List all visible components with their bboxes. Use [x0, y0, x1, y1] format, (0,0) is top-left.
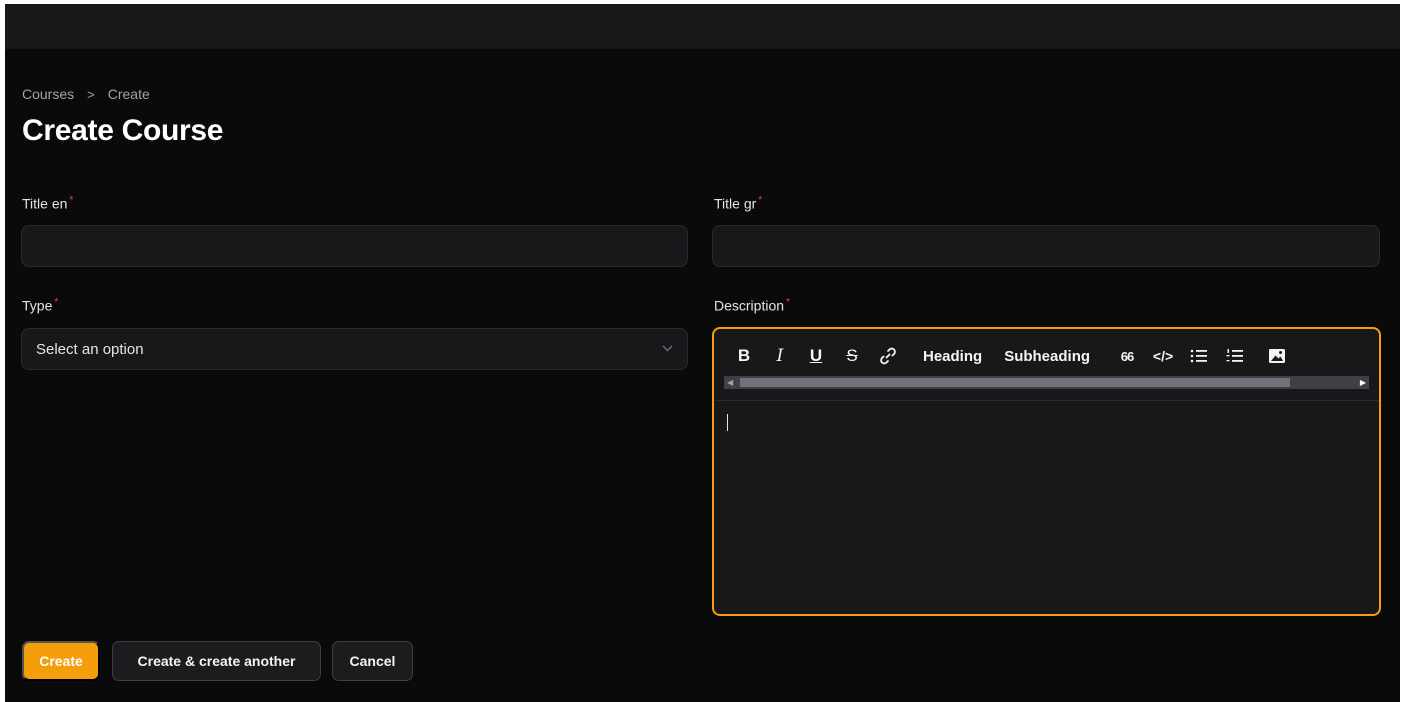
editor-toolbar: B I U S Heading Subheading 66 </> ◀ ▶ [714, 329, 1379, 401]
type-select-placeholder: Select an option [36, 340, 144, 358]
description-label-text: Description [714, 297, 785, 314]
title-en-label: Title en * [22, 195, 73, 212]
breadcrumb-courses-link[interactable]: Courses [22, 86, 74, 102]
underline-icon: U [809, 346, 823, 365]
quote-icon: 66 [1120, 348, 1135, 364]
underline-button[interactable]: U [798, 345, 834, 367]
breadcrumb-current: Create [107, 86, 150, 102]
image-icon [1269, 349, 1286, 363]
required-marker: * [54, 297, 59, 308]
required-marker: * [69, 195, 74, 206]
title-en-label-text: Title en [22, 195, 68, 212]
type-select[interactable]: Select an option [21, 328, 688, 370]
title-en-input[interactable] [21, 225, 688, 267]
app-frame: Courses > Create Create Course Title en *… [5, 4, 1400, 702]
title-gr-input[interactable] [712, 225, 1380, 267]
cancel-button[interactable]: Cancel [332, 641, 413, 681]
create-another-button[interactable]: Create & create another [112, 641, 321, 681]
italic-button[interactable]: I [762, 345, 798, 367]
scrollbar-thumb[interactable] [740, 378, 1290, 387]
create-button[interactable]: Create [22, 641, 100, 681]
italic-icon: I [776, 346, 784, 366]
required-marker: * [786, 297, 790, 308]
top-bar [5, 4, 1400, 49]
strikethrough-icon: S [846, 346, 858, 365]
bold-button[interactable]: B [726, 345, 762, 367]
scroll-left-icon[interactable]: ◀ [727, 376, 733, 389]
link-button[interactable] [870, 345, 906, 367]
toolbar-scrollbar[interactable]: ◀ ▶ [724, 376, 1369, 389]
bold-icon: B [737, 346, 751, 365]
description-editor[interactable]: B I U S Heading Subheading 66 </> ◀ ▶ [712, 327, 1381, 616]
breadcrumb-separator: > [87, 86, 95, 102]
description-label: Description * [714, 297, 790, 314]
heading-button[interactable]: Heading [912, 345, 993, 367]
scroll-right-icon[interactable]: ▶ [1360, 376, 1366, 389]
required-marker: * [758, 195, 763, 206]
page-title: Create Course [22, 114, 224, 147]
title-gr-label-text: Title gr [714, 195, 757, 212]
ordered-list-button[interactable] [1217, 345, 1253, 367]
bullet-list-button[interactable] [1181, 345, 1217, 367]
breadcrumb: Courses > Create [22, 86, 150, 102]
strikethrough-button[interactable]: S [834, 345, 870, 367]
type-label: Type * [22, 297, 58, 314]
code-button[interactable]: </> [1145, 345, 1181, 367]
blockquote-button[interactable]: 66 [1109, 345, 1145, 367]
subheading-button[interactable]: Subheading [993, 345, 1101, 367]
ordered-list-icon [1226, 349, 1244, 362]
type-label-text: Type [22, 297, 53, 314]
bullet-list-icon [1190, 349, 1208, 363]
chevron-down-icon [662, 343, 673, 355]
link-icon [880, 347, 896, 365]
text-caret [727, 414, 728, 431]
code-icon: </> [1152, 348, 1174, 364]
image-button[interactable] [1259, 345, 1295, 367]
title-gr-label: Title gr * [714, 195, 762, 212]
